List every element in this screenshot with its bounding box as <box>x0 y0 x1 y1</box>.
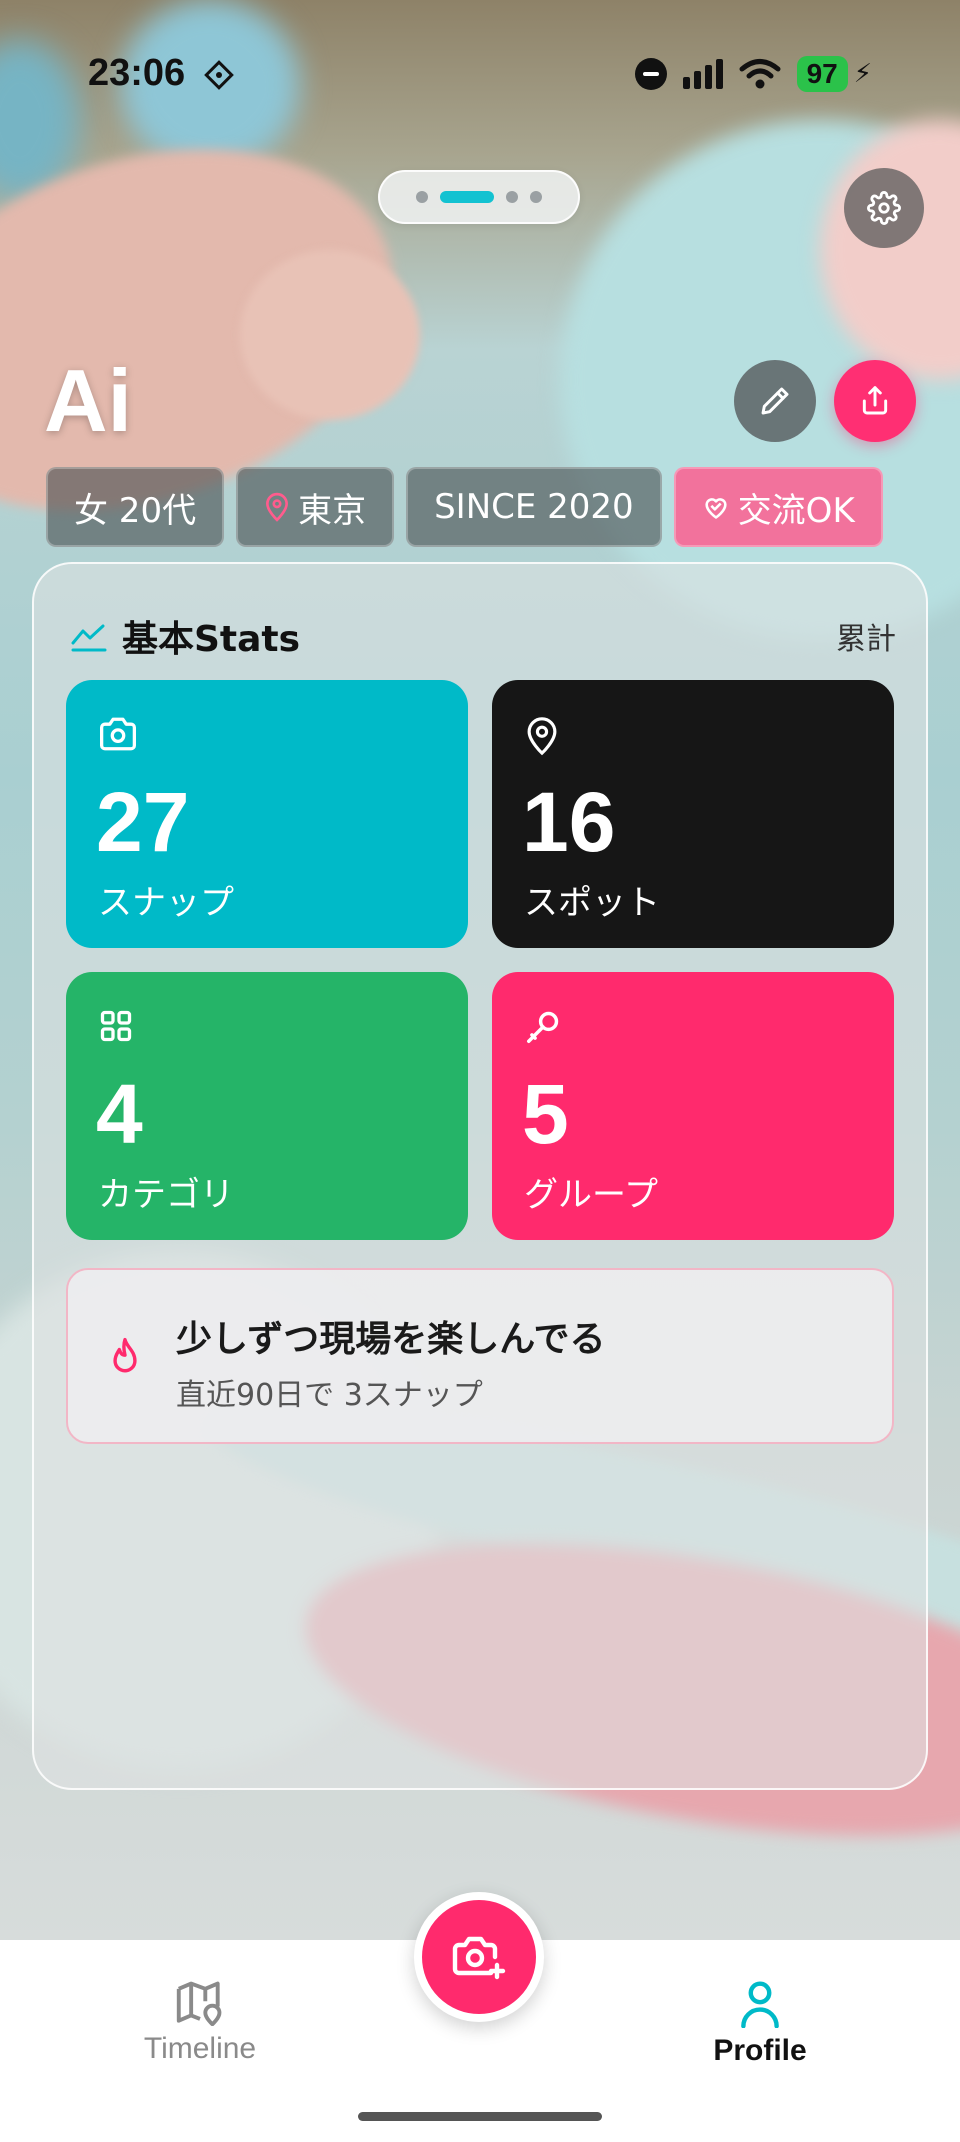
stat-tile-spots[interactable]: 16 スポット <box>492 680 894 948</box>
streak-detail: 直近90日で 3スナップ <box>176 1378 483 1413</box>
nav-profile-label: Profile <box>713 2034 807 2067</box>
profile-tags: 女 20代 東京 SINCE 2020 交流OK <box>46 467 883 547</box>
stats-card: 基本Stats 累計 27 スナップ 16 スポット 4 カテゴリ 5 グループ… <box>32 562 928 1790</box>
status-time: 23:06 <box>88 52 186 94</box>
tag-interaction-ok: 交流OK <box>673 467 883 547</box>
tag-label: 交流OK <box>737 490 855 531</box>
microphone-icon <box>527 1011 559 1043</box>
stats-header: 基本Stats <box>70 610 300 662</box>
profile-name: Ai <box>44 351 132 450</box>
stat-label: グループ <box>524 1175 658 1215</box>
stat-value: 16 <box>522 775 616 869</box>
tag-label: 東京 <box>298 490 367 531</box>
tag-label: SINCE 2020 <box>434 487 634 527</box>
edit-profile-button[interactable] <box>734 360 816 442</box>
nav-profile[interactable]: Profile <box>700 1980 820 2068</box>
share-button[interactable] <box>834 360 916 442</box>
battery-level: 97 <box>796 56 848 92</box>
stat-value: 27 <box>96 775 190 869</box>
stat-label: カテゴリ <box>98 1175 234 1215</box>
tag-label: 女 20代 <box>74 490 197 531</box>
gear-icon <box>867 191 901 225</box>
cellular-signal-icon <box>682 59 723 89</box>
stats-title: 基本Stats <box>122 619 301 660</box>
nav-timeline[interactable]: Timeline <box>140 1980 260 2066</box>
tag-since: SINCE 2020 <box>406 467 662 547</box>
page-dot[interactable] <box>506 191 518 203</box>
wifi-icon <box>739 59 781 89</box>
streak-headline: 少しずつ現場を楽しんでる <box>176 1319 606 1360</box>
page-dot[interactable] <box>530 191 542 203</box>
stat-value: 5 <box>522 1067 569 1161</box>
page-dot[interactable] <box>416 191 428 203</box>
grid-icon <box>100 1010 132 1042</box>
page-indicator[interactable] <box>378 170 580 224</box>
add-snap-button[interactable] <box>414 1892 544 2022</box>
stat-label: スナップ <box>98 883 234 923</box>
map-pin-icon <box>527 717 557 756</box>
flame-icon <box>113 1337 137 1373</box>
settings-button[interactable] <box>844 168 924 248</box>
nav-timeline-label: Timeline <box>143 2032 257 2065</box>
home-indicator[interactable] <box>358 2112 602 2121</box>
stat-tile-groups[interactable]: 5 グループ <box>492 972 894 1240</box>
user-icon <box>741 1981 779 2028</box>
location-pin-icon <box>266 492 289 522</box>
camera-icon <box>99 717 136 751</box>
charging-icon: ⚡ <box>853 59 872 89</box>
share-icon <box>862 386 888 415</box>
tag-gender-age: 女 20代 <box>46 467 225 547</box>
status-bar: 23:06 97 ⚡ <box>0 0 960 150</box>
stats-period-toggle[interactable]: 累計 <box>836 614 896 658</box>
pencil-icon <box>761 387 789 415</box>
page-dot-active[interactable] <box>440 191 494 203</box>
do-not-disturb-icon <box>634 58 667 90</box>
camera-plus-icon <box>452 1936 506 1980</box>
stat-tile-snaps[interactable]: 27 スナップ <box>66 680 468 948</box>
stat-label: スポット <box>524 883 660 923</box>
tag-location: 東京 <box>236 467 395 547</box>
handshake-heart-icon <box>705 498 727 519</box>
stat-tile-categories[interactable]: 4 カテゴリ <box>66 972 468 1240</box>
trend-chart-icon <box>71 624 107 652</box>
activity-streak-banner: 少しずつ現場を楽しんでる 直近90日で 3スナップ <box>66 1268 894 1444</box>
map-icon <box>176 1981 222 2026</box>
focus-mode-icon <box>204 60 234 90</box>
stat-value: 4 <box>96 1067 143 1161</box>
